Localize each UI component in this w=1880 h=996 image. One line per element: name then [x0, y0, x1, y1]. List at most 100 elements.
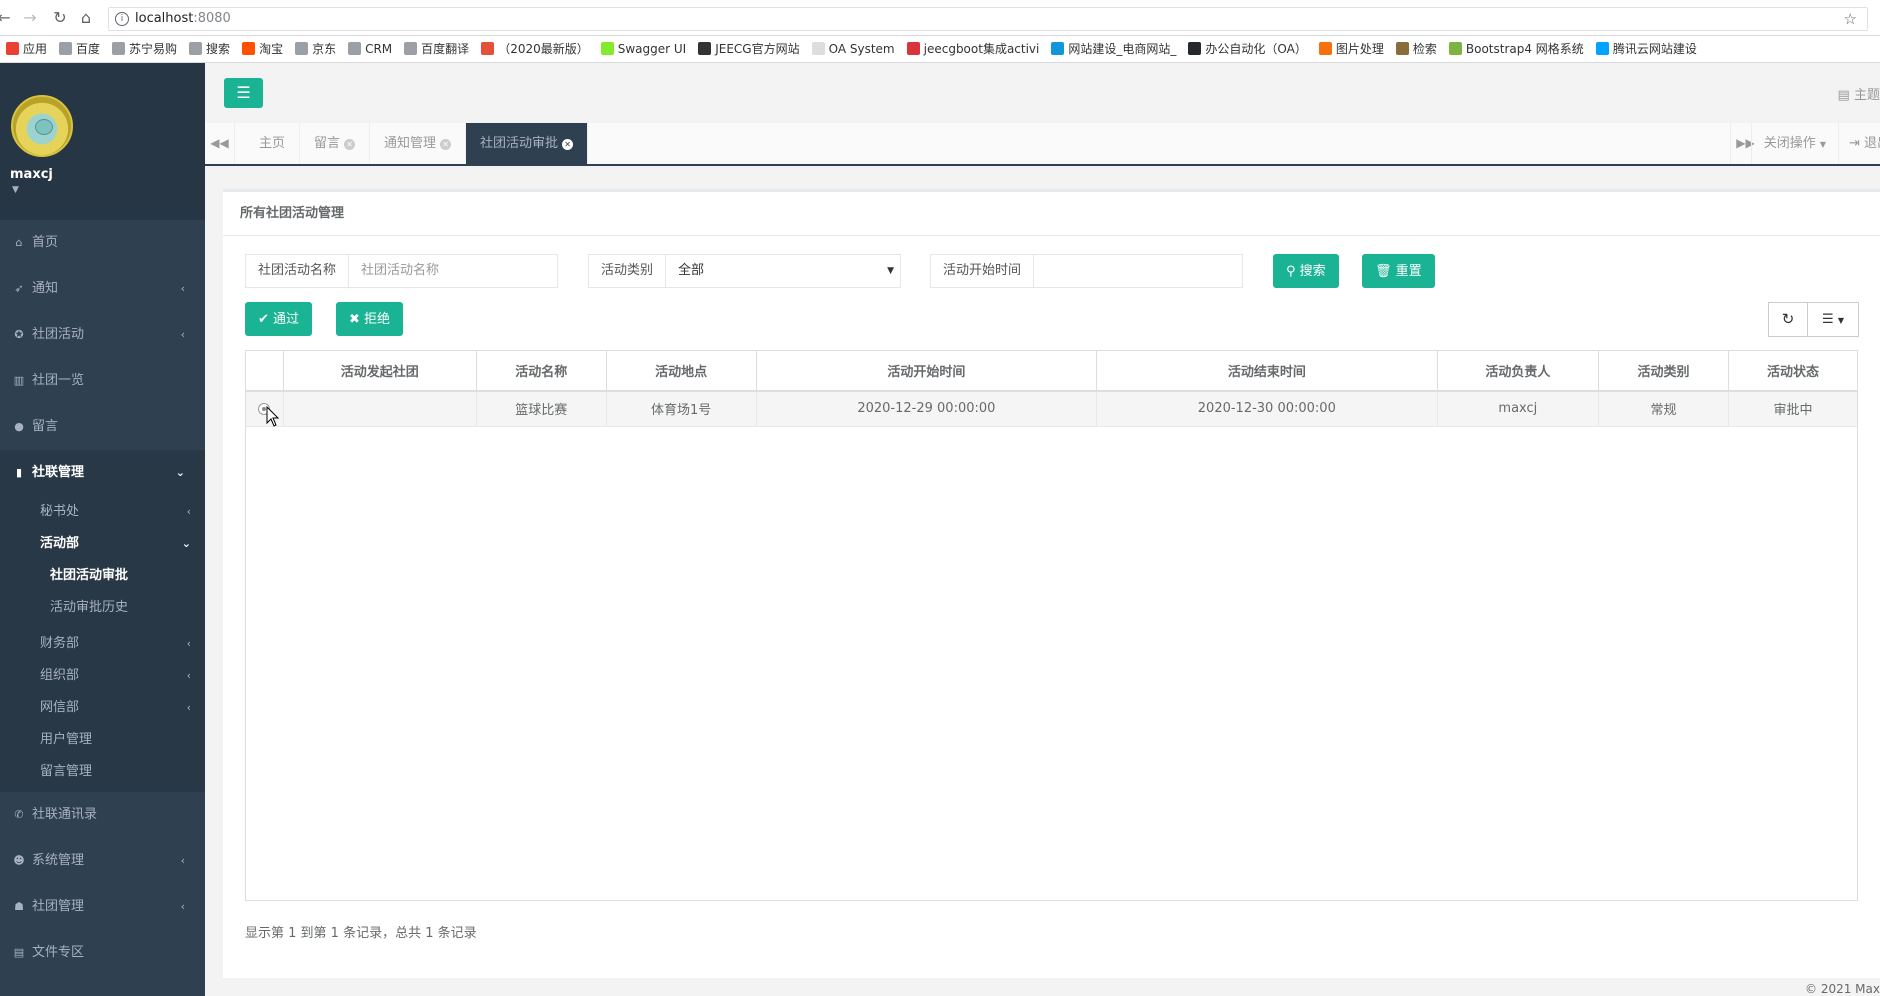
bookmark-label: 应用 [23, 42, 48, 56]
caret-down-icon[interactable]: ▼ [12, 185, 19, 195]
bookmark-item[interactable]: 应用 [0, 36, 53, 62]
sidebar-item-bookmark[interactable]: ▮ 社联管理 ⌄ [0, 450, 205, 496]
sidebar-item-users[interactable]: ☗ 社团管理 ‹ [0, 884, 205, 930]
reset-button[interactable]: 🗑 重置 [1362, 254, 1435, 288]
bookmark-item[interactable]: JEECG官方网站 [692, 36, 805, 62]
bookmark-item[interactable]: 苏宁易购 [106, 36, 183, 62]
bookmark-item[interactable]: Swagger UI [595, 36, 692, 62]
bookmark-item[interactable]: Bootstrap4 网格系统 [1443, 36, 1590, 62]
column-header[interactable]: 活动负责人 [1437, 351, 1600, 392]
bookmark-item[interactable]: 检索 [1390, 36, 1443, 62]
column-header[interactable]: 活动结束时间 [1096, 351, 1438, 392]
activity-name-input[interactable]: 社团活动名称 [349, 255, 557, 287]
sidebar-subitem[interactable]: 财务部 ‹ [0, 628, 205, 660]
bookmark-favicon-icon [698, 42, 712, 55]
sidebar-item-label: 网信部 [40, 700, 80, 715]
tab-message[interactable]: 留言 ✕ [300, 123, 371, 164]
bookmark-favicon-icon [600, 42, 614, 55]
bookmark-favicon-icon [1051, 42, 1065, 55]
tab-activity-approval[interactable]: 社团活动审批 ✕ [466, 123, 589, 164]
bookmark-item[interactable]: 百度 [53, 36, 106, 62]
bookmark-item[interactable]: （2020最新版） [475, 36, 595, 62]
table-cell: 篮球比赛 [476, 391, 607, 427]
bookmark-item[interactable]: jeecgboot集成activi [901, 36, 1046, 62]
medal-icon: ✪ [14, 328, 24, 341]
sidebar-subitem[interactable]: 网信部 ‹ [0, 692, 205, 724]
sidebar-item-user[interactable]: ☻ 系统管理 ‹ [0, 838, 205, 884]
column-header[interactable]: 活动开始时间 [756, 351, 1098, 392]
bookmark-favicon-icon [189, 42, 203, 55]
bookmark-item[interactable]: OA System [806, 36, 901, 62]
sidebar-item-label: 留言 [32, 419, 59, 434]
column-header[interactable]: 活动地点 [606, 351, 757, 392]
bookmark-item[interactable]: 网站建设_电商网站_ [1045, 36, 1182, 62]
column-header[interactable]: 活动状态 [1728, 351, 1857, 392]
sidebar-item-approval-history[interactable]: 活动审批历史 [0, 592, 205, 624]
sidebar-item-file[interactable]: ▤ 文件专区 [0, 930, 205, 976]
columns-toggle-button[interactable]: ☰ ▼ [1807, 302, 1859, 337]
forward-icon[interactable]: → [20, 8, 40, 28]
sidebar-item-activity-dept[interactable]: 活动部 ⌄ [0, 528, 205, 560]
logout-label: 退出 [1864, 136, 1880, 151]
bookmark-label: jeecgboot集成activi [923, 42, 1040, 56]
sidebar-subitem[interactable]: 组织部 ‹ [0, 660, 205, 692]
sidebar-item-rocket[interactable]: ➶ 通知 ‹ [0, 266, 205, 312]
table-row[interactable]: 篮球比赛 体育场1号 2020-12-29 00:00:00 2020-12-30 0… [246, 391, 1857, 427]
activity-type-select[interactable]: 全部 ▼ [666, 255, 900, 287]
chevron-icon: ‹ [180, 854, 185, 867]
bookmark-item[interactable]: 腾讯云网站建设 [1590, 36, 1703, 62]
back-icon[interactable]: ← [0, 8, 14, 28]
sidebar-item-phone[interactable]: ✆ 社联通讯录 [0, 792, 205, 838]
home-icon[interactable]: ⌂ [76, 8, 96, 28]
start-time-input[interactable] [1034, 255, 1242, 287]
reject-button[interactable]: ✖ 拒绝 [336, 302, 404, 336]
sidebar-item-comment[interactable]: ● 留言 [0, 404, 205, 450]
reload-icon[interactable]: ↻ [50, 8, 70, 28]
tab-notice-management[interactable]: 通知管理 ✕ [370, 123, 467, 164]
sidebar-subitem[interactable]: 用户管理 [0, 724, 205, 756]
bookmark-item[interactable]: 搜索 [183, 36, 236, 62]
logout-button[interactable]: ⇥ 退出 [1838, 123, 1880, 164]
column-header[interactable]: 活动类别 [1598, 351, 1729, 392]
bookmark-item[interactable]: 京东 [289, 36, 342, 62]
bookmark-item[interactable]: 办公自动化（OA） [1182, 36, 1312, 62]
sidebar-item-activity-approval[interactable]: 社团活动审批 [0, 560, 205, 592]
bookmark-item[interactable]: 淘宝 [236, 36, 289, 62]
sidebar-item-medal[interactable]: ✪ 社团活动 ‹ [0, 312, 205, 358]
column-header[interactable]: 活动发起社团 [283, 351, 477, 392]
close-operations-dropdown[interactable]: 关闭操作 ▼ [1750, 123, 1838, 164]
bookmark-item[interactable]: 图片处理 [1313, 36, 1390, 62]
bookmark-item[interactable]: 百度翻译 [398, 36, 475, 62]
filter-label: 活动开始时间 [931, 255, 1035, 287]
bookmark-label: 腾讯云网站建设 [1612, 42, 1697, 56]
tab-home[interactable]: 主页 [245, 123, 301, 164]
menu-toggle-button[interactable]: ☰ [224, 78, 263, 108]
bookmark-star-icon[interactable]: ☆ [1844, 8, 1857, 30]
sidebar-item-label: 社团管理 [32, 899, 85, 914]
approve-button[interactable]: ✔ 通过 [245, 302, 313, 336]
sidebar-item-bank[interactable]: ▥ 社团一览 [0, 358, 205, 404]
bookmark-item[interactable]: CRM [342, 36, 398, 62]
refresh-button[interactable]: ↻ [1768, 302, 1808, 337]
chevron-left-icon: ‹ [186, 669, 191, 682]
theme-button[interactable]: ▤ 主题 [1838, 84, 1880, 103]
column-header[interactable]: 活动名称 [476, 351, 607, 392]
info-icon[interactable]: i [115, 12, 129, 26]
bookmark-favicon-icon [348, 42, 362, 55]
tab-scroll-left-icon[interactable]: ◀◀ [205, 123, 235, 164]
submenu-shelian: 秘书处 ‹ 活动部 ⌄ 社团活动审批 活动审批历史 财务部 ‹ 组织部 ‹ 网信部 ‹ 用户… [0, 496, 205, 792]
address-bar[interactable]: i localhost:8080 ☆ [108, 7, 1868, 31]
sidebar-subitem[interactable]: 留言管理 [0, 756, 205, 788]
close-icon[interactable]: ✕ [344, 139, 356, 150]
sidebar-item-secretariat[interactable]: 秘书处 ‹ [0, 496, 205, 528]
table-cell [283, 391, 477, 427]
username[interactable]: maxcj [10, 167, 53, 182]
close-icon[interactable]: ✕ [440, 139, 452, 150]
search-button[interactable]: ⚲ 搜索 [1273, 254, 1339, 288]
sidebar: maxcj ▼ ⌂ 首页 ➶ 通知 ‹ ✪ 社团活动 ‹ ▥ 社团一览 ● 留言 ▮ 社联管理 ⌄ 秘书处 … [0, 63, 205, 996]
sidebar-item-home[interactable]: ⌂ 首页 [0, 220, 205, 266]
button-label: 通过 [273, 312, 300, 327]
search-icon: ⚲ [1286, 264, 1296, 279]
sidebar-item-label: 社团活动 [32, 327, 85, 342]
close-icon[interactable]: ✕ [562, 139, 574, 150]
